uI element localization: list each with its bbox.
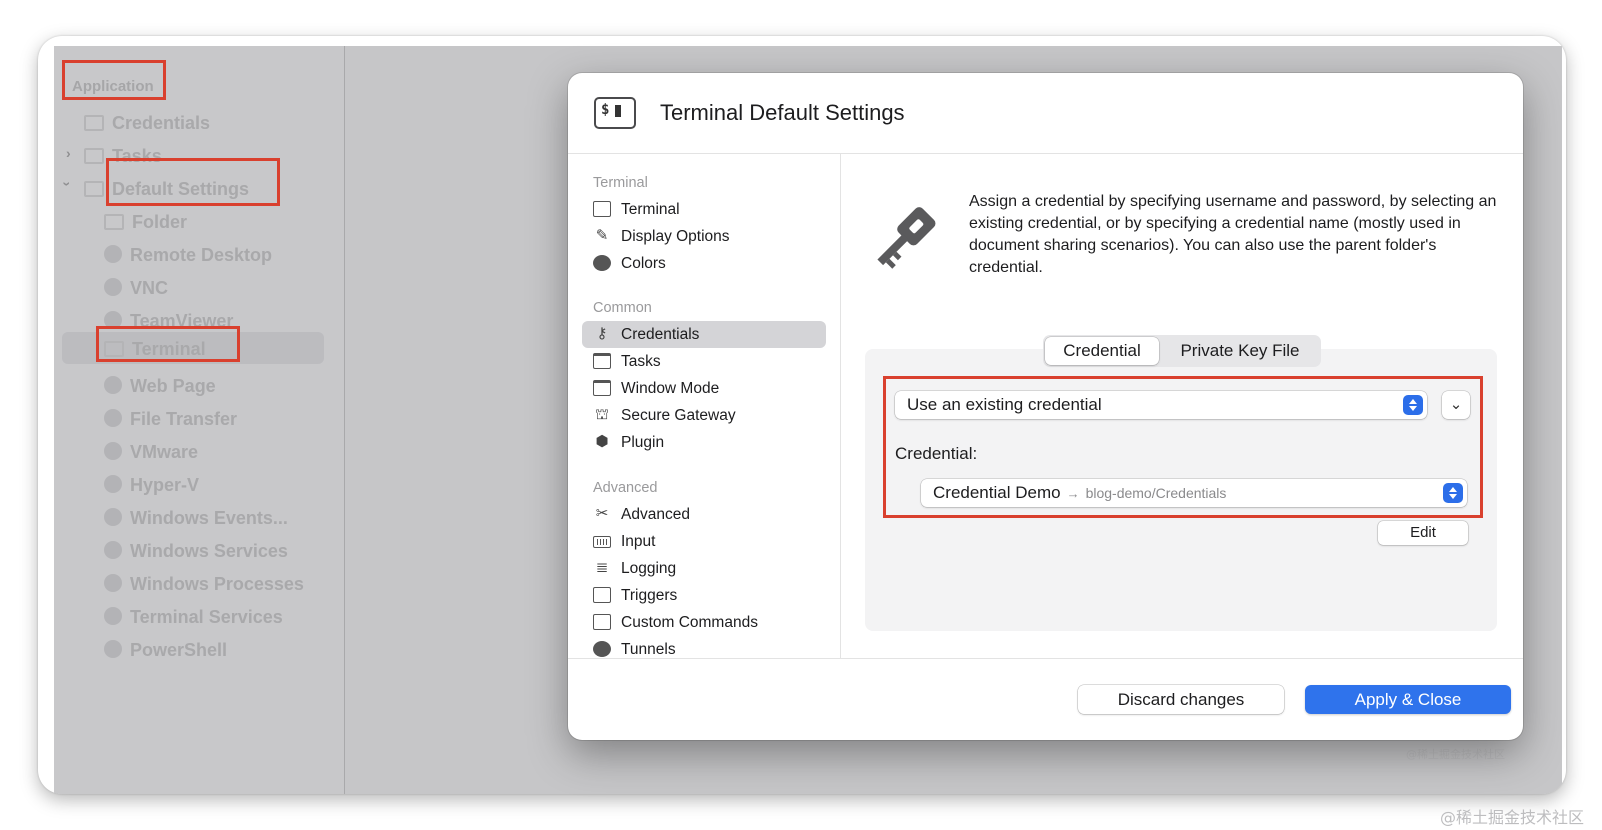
terminal-icon [593,201,611,217]
credential-panel: Credential Private Key File Use an exist… [865,335,1497,631]
nav-item-colors[interactable]: Colors [582,250,826,277]
sidebar-item-hyper-v[interactable]: Hyper-V [104,470,199,500]
sidebar-item-label: File Transfer [130,409,238,429]
nav-item-tasks[interactable]: Tasks [582,348,826,375]
key-icon [877,207,936,269]
annotation-box-application [62,60,166,100]
annotation-box-credential [883,376,1483,518]
nav-item-display-options[interactable]: ✎ Display Options [582,223,826,250]
nav-item-plugin[interactable]: ⬢ Plugin [582,429,826,456]
sidebar-item-terminal-services[interactable]: Terminal Services [104,602,283,632]
cube-icon [104,541,122,559]
nav-group-advanced: Advanced [593,480,658,496]
nav-item-tunnels[interactable]: Tunnels [582,636,826,658]
edit-button[interactable]: Edit [1378,521,1468,545]
dialog-title: Terminal Default Settings [660,100,905,125]
sidebar-item-label: Remote Desktop [130,245,273,265]
sidebar-item-label: Terminal Services [130,607,283,627]
folder-icon [84,148,104,164]
folder-icon [104,214,124,230]
sidebar-item-windows-events[interactable]: Windows Events... [104,503,288,533]
nav-item-terminal[interactable]: Terminal [582,196,826,223]
settings-nav: Terminal Terminal ✎ Display Options Color… [568,153,841,658]
cube-icon [104,376,122,394]
tab-credential[interactable]: Credential [1045,337,1159,365]
nav-item-custom-commands[interactable]: Custom Commands [582,609,826,636]
nav-item-logging[interactable]: ≣ Logging [582,555,826,582]
sidebar-item-label: VNC [130,278,169,298]
cube-icon [104,278,122,296]
nav-group-common: Common [593,300,652,316]
terminal-icon: $ [594,97,636,129]
annotation-box-terminal [96,326,240,362]
sidebar-item-file-transfer[interactable]: File Transfer [104,404,237,434]
key-icon: ⚷ [596,325,608,342]
nav-item-advanced[interactable]: ✂ Advanced [582,501,826,528]
log-icon: ≣ [595,559,609,576]
chevron-right-icon[interactable]: › [66,145,71,161]
apply-close-button[interactable]: Apply & Close [1305,685,1511,714]
sidebar-item-windows-services[interactable]: Windows Services [104,536,288,566]
cube-icon [104,442,122,460]
gateway-icon: ⛫ [595,406,609,423]
nav-item-input[interactable]: Input [582,528,826,555]
cube-icon [104,574,122,592]
chevron-down-icon[interactable]: › [59,182,75,187]
nav-item-window-mode[interactable]: Window Mode [582,375,826,402]
sidebar-item-label: Folder [132,212,188,232]
sidebar-item-label: VMware [130,442,199,462]
sidebar: Application Credentials › Tasks › Defaul… [54,46,345,794]
remote-desktop-icon [104,245,122,263]
credential-tabs: Credential Private Key File [1043,335,1321,367]
sidebar-item-label: Windows Processes [130,574,304,594]
sidebar-item-windows-processes[interactable]: Windows Processes [104,569,304,599]
sidebar-item-label: Windows Services [130,541,288,561]
sidebar-item-label: Windows Events... [130,508,288,528]
cube-icon [104,475,122,493]
tasks-icon [593,353,611,369]
terminal-default-settings-dialog: $ Terminal Default Settings Terminal Ter… [568,73,1523,740]
sidebar-item-vnc[interactable]: VNC [104,273,168,303]
discard-changes-button[interactable]: Discard changes [1078,685,1284,714]
nav-item-credentials[interactable]: ⚷ Credentials [582,321,826,348]
nav-item-secure-gateway[interactable]: ⛫ Secure Gateway [582,402,826,429]
sidebar-item-label: Hyper-V [130,475,200,495]
dialog-header: $ Terminal Default Settings [568,73,1523,154]
credential-description: Assign a credential by specifying userna… [969,193,1497,276]
keyboard-icon [593,536,611,548]
tools-icon: ✂ [595,505,609,522]
file-transfer-icon [104,409,122,427]
trigger-icon [593,587,611,603]
sidebar-item-web-page[interactable]: Web Page [104,371,216,401]
cube-icon [104,607,122,625]
tunnel-icon [593,641,611,657]
sidebar-item-label: Credentials [112,113,211,133]
brush-icon: ✎ [595,227,609,244]
sidebar-item-label: Web Page [130,376,216,396]
watermark-inner: @稀土掘金技术社区 [1406,748,1505,761]
watermark-outer: @稀土掘金技术社区 [1440,808,1585,827]
folder-icon [84,115,104,131]
sidebar-item-credentials[interactable]: Credentials [84,108,210,138]
nav-group-terminal: Terminal [593,175,648,191]
sidebar-item-vmware[interactable]: VMware [104,437,198,467]
dialog-footer: Discard changes Apply & Close [568,658,1523,740]
folder-icon [84,181,104,197]
cube-icon [104,640,122,658]
cube-icon: ⬢ [595,433,609,450]
prompt-icon [593,614,611,630]
palette-icon [593,255,611,271]
annotation-box-default-settings [106,158,280,206]
sidebar-item-folder[interactable]: Folder [104,207,187,237]
sidebar-item-powershell[interactable]: PowerShell [104,635,227,665]
cube-icon [104,508,122,526]
window-icon [593,380,611,396]
sidebar-item-remote-desktop[interactable]: Remote Desktop [104,240,272,270]
settings-content: Assign a credential by specifying userna… [841,153,1523,658]
tab-private-key-file[interactable]: Private Key File [1161,337,1319,365]
nav-item-triggers[interactable]: Triggers [582,582,826,609]
sidebar-item-label: PowerShell [130,640,228,660]
